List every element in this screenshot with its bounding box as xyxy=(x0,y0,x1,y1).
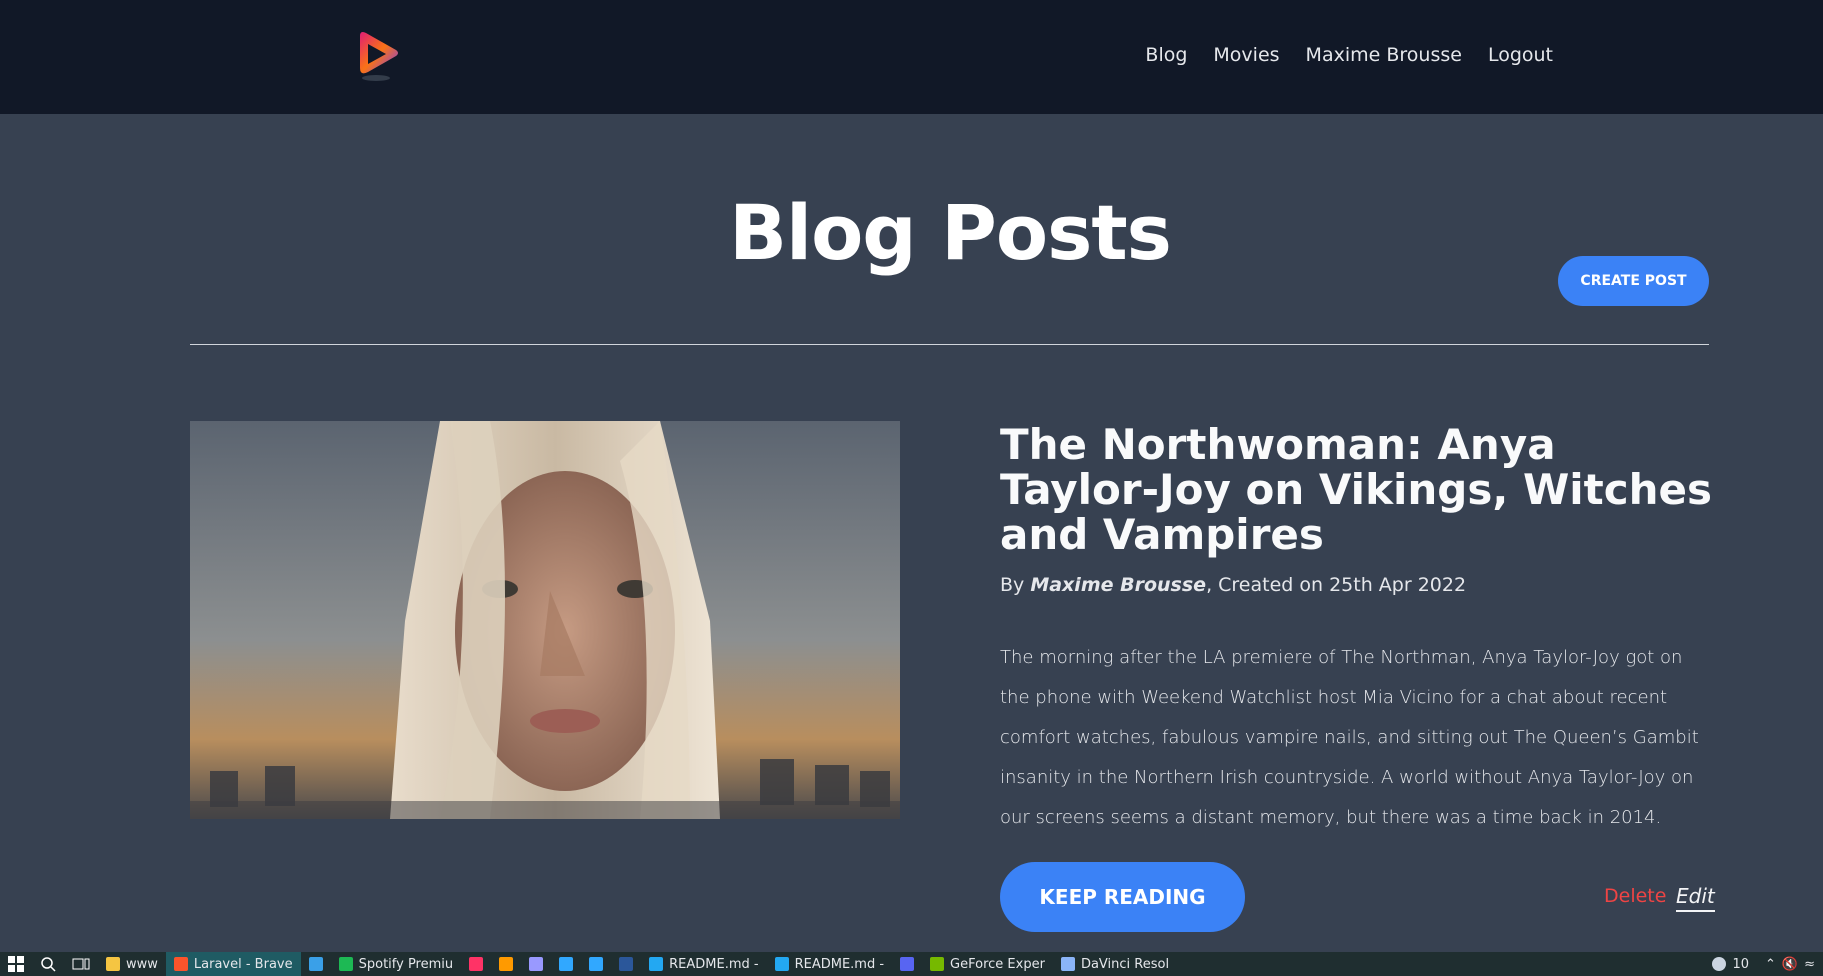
taskbar-app-label: Spotify Premiu xyxy=(358,956,454,972)
taskbar-app[interactable]: DaVinci Resol xyxy=(1053,952,1177,976)
taskbar-app-label: DaVinci Resol xyxy=(1080,956,1170,972)
windows-icon xyxy=(8,956,24,972)
discord-icon xyxy=(900,957,915,971)
edit-link[interactable]: Edit xyxy=(1676,884,1715,912)
cloud-icon xyxy=(1712,957,1727,971)
indesign-icon xyxy=(469,957,484,971)
brave-icon xyxy=(173,957,188,971)
taskbar-app[interactable]: Spotify Premiu xyxy=(331,952,462,976)
taskbar-app[interactable]: README.md - xyxy=(641,952,766,976)
taskbar-app-label: README.md - xyxy=(794,956,885,972)
windows-taskbar: www Laravel - Brave Spotify Premiu README.m… xyxy=(0,952,1823,976)
spotify-icon xyxy=(338,957,353,971)
vscode-icon xyxy=(774,957,789,971)
word-icon xyxy=(619,957,634,971)
lightroom-icon xyxy=(559,957,574,971)
post-title[interactable]: The Northwoman: Anya Taylor-Joy on Vikin… xyxy=(1000,422,1720,557)
taskbar-app[interactable]: www xyxy=(98,952,166,976)
taskbar-app-label: GeForce Exper xyxy=(950,956,1045,972)
site-header: Blog Movies Maxime Brousse Logout xyxy=(0,0,1823,114)
post-excerpt: The morning after the LA premiere of The… xyxy=(1000,647,1699,828)
task-view-icon[interactable] xyxy=(64,952,98,976)
page-title: Blog Posts xyxy=(729,188,1172,277)
search-icon[interactable] xyxy=(32,952,64,976)
divider xyxy=(190,344,1709,345)
taskbar-app-label: www xyxy=(126,956,158,972)
vscode-icon xyxy=(649,957,664,971)
taskbar-app[interactable] xyxy=(461,952,491,976)
system-tray[interactable]: ⌃ 🔇 ≈ xyxy=(1757,952,1823,976)
edge-icon xyxy=(308,957,323,971)
main-nav: Blog Movies Maxime Brousse Logout xyxy=(1145,44,1553,66)
keep-reading-button[interactable]: Keep Reading xyxy=(1000,862,1245,932)
taskbar-app-label: README.md - xyxy=(669,956,759,972)
taskbar-app[interactable] xyxy=(892,952,922,976)
post-image xyxy=(190,421,900,819)
post-date: , Created on 25th Apr 2022 xyxy=(1206,574,1467,596)
chevron-up-icon[interactable]: ⌃ xyxy=(1765,957,1776,972)
taskbar-app-label: Laravel - Brave xyxy=(193,956,293,972)
taskbar-app[interactable] xyxy=(581,952,611,976)
post-author: Maxime Brousse xyxy=(1030,574,1207,596)
after-effects-icon xyxy=(529,957,544,971)
taskbar-app[interactable]: README.md - xyxy=(767,952,892,976)
volume-icon[interactable]: 🔇 xyxy=(1782,957,1798,972)
weather-temp: 10 xyxy=(1732,956,1749,972)
taskbar-app[interactable] xyxy=(491,952,521,976)
nav-movies[interactable]: Movies xyxy=(1213,44,1279,66)
nav-logout[interactable]: Logout xyxy=(1488,44,1553,66)
wifi-icon[interactable]: ≈ xyxy=(1804,957,1815,972)
taskbar-apps: www Laravel - Brave Spotify Premiu README.m… xyxy=(98,952,1177,976)
nav-user[interactable]: Maxime Brousse xyxy=(1306,44,1462,66)
weather-widget[interactable]: 10 xyxy=(1704,952,1757,976)
taskbar-app[interactable] xyxy=(611,952,641,976)
taskbar-app[interactable] xyxy=(301,952,331,976)
taskbar-app[interactable] xyxy=(551,952,581,976)
delete-link[interactable]: Delete xyxy=(1604,885,1666,907)
post-by: By xyxy=(1000,574,1025,596)
taskbar-app[interactable]: Laravel - Brave xyxy=(165,952,301,976)
post-meta: By Maxime Brousse, Created on 25th Apr 2… xyxy=(1000,574,1466,596)
photoshop-icon xyxy=(589,957,604,971)
create-post-button[interactable]: Create post xyxy=(1558,256,1709,306)
nav-blog[interactable]: Blog xyxy=(1145,44,1187,66)
taskbar-app[interactable]: GeForce Exper xyxy=(922,952,1053,976)
folder-icon xyxy=(106,957,120,971)
nvidia-icon xyxy=(930,957,945,971)
taskbar-app[interactable] xyxy=(521,952,551,976)
site-logo-icon[interactable] xyxy=(354,28,402,84)
start-button[interactable] xyxy=(0,952,32,976)
davinci-icon xyxy=(1060,957,1075,971)
illustrator-icon xyxy=(499,957,514,971)
